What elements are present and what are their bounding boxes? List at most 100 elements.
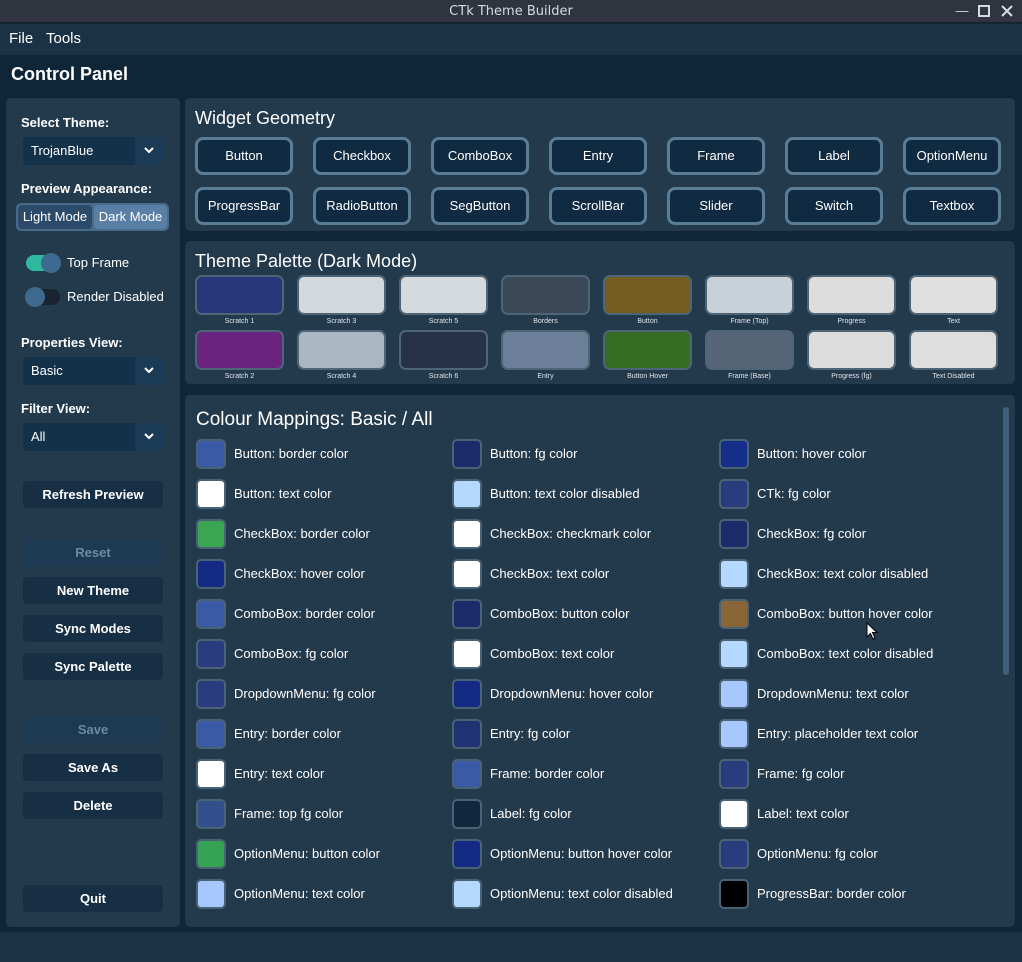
theme-select[interactable]: TrojanBlue <box>23 137 163 165</box>
geometry-button[interactable]: SegButton <box>431 187 529 225</box>
mapping-color-swatch[interactable] <box>452 559 482 589</box>
mapping-color-swatch[interactable] <box>196 879 226 909</box>
chevron-down-icon[interactable] <box>135 423 163 451</box>
mapping-color-swatch[interactable] <box>719 519 749 549</box>
palette-swatch[interactable]: Scratch 4 <box>297 330 387 385</box>
mapping-color-swatch[interactable] <box>452 479 482 509</box>
chevron-down-icon[interactable] <box>135 357 163 385</box>
filter-view-select[interactable]: All <box>23 423 163 451</box>
palette-swatch-color[interactable] <box>807 275 896 315</box>
palette-swatch-color[interactable] <box>603 275 692 315</box>
mapping-color-swatch[interactable] <box>452 599 482 629</box>
mapping-color-swatch[interactable] <box>196 599 226 629</box>
mapping-color-swatch[interactable] <box>719 759 749 789</box>
mapping-color-swatch[interactable] <box>196 559 226 589</box>
palette-swatch-color[interactable] <box>195 275 284 315</box>
palette-swatch[interactable]: Scratch 6 <box>399 330 489 385</box>
maximize-icon[interactable] <box>976 3 992 19</box>
palette-swatch[interactable]: Borders <box>501 275 591 330</box>
mapping-color-swatch[interactable] <box>452 719 482 749</box>
mapping-color-swatch[interactable] <box>196 519 226 549</box>
palette-swatch-color[interactable] <box>705 330 794 370</box>
palette-swatch[interactable]: Text Disabled <box>909 330 999 385</box>
geometry-button[interactable]: ProgressBar <box>195 187 293 225</box>
geometry-button[interactable]: Textbox <box>903 187 1001 225</box>
geometry-button[interactable]: Checkbox <box>313 137 411 175</box>
minimize-icon[interactable]: — <box>954 3 970 19</box>
render-disabled-switch[interactable] <box>25 287 60 307</box>
delete-button[interactable]: Delete <box>23 792 163 819</box>
geometry-button[interactable]: ComboBox <box>431 137 529 175</box>
geometry-button[interactable]: OptionMenu <box>903 137 1001 175</box>
mapping-color-swatch[interactable] <box>196 759 226 789</box>
palette-swatch[interactable]: Frame (Top) <box>705 275 795 330</box>
mapping-color-swatch[interactable] <box>196 799 226 829</box>
mapping-color-swatch[interactable] <box>719 679 749 709</box>
mapping-color-swatch[interactable] <box>452 759 482 789</box>
geometry-button[interactable]: Switch <box>785 187 883 225</box>
refresh-preview-button[interactable]: Refresh Preview <box>23 481 163 508</box>
mapping-color-swatch[interactable] <box>196 639 226 669</box>
mapping-color-swatch[interactable] <box>719 439 749 469</box>
palette-swatch[interactable]: Text <box>909 275 999 330</box>
palette-swatch[interactable]: Entry <box>501 330 591 385</box>
palette-swatch-color[interactable] <box>603 330 692 370</box>
palette-swatch-color[interactable] <box>501 275 590 315</box>
light-mode-button[interactable]: Light Mode <box>18 205 92 229</box>
mapping-color-swatch[interactable] <box>719 479 749 509</box>
mapping-color-swatch[interactable] <box>719 839 749 869</box>
quit-button[interactable]: Quit <box>23 885 163 912</box>
mapping-color-swatch[interactable] <box>719 599 749 629</box>
palette-swatch-color[interactable] <box>297 275 386 315</box>
palette-swatch[interactable]: Progress <box>807 275 897 330</box>
mapping-color-swatch[interactable] <box>452 879 482 909</box>
mappings-scrollbar[interactable] <box>1003 407 1009 675</box>
mapping-color-swatch[interactable] <box>452 439 482 469</box>
palette-swatch[interactable]: Scratch 1 <box>195 275 285 330</box>
mapping-color-swatch[interactable] <box>719 719 749 749</box>
mapping-color-swatch[interactable] <box>452 639 482 669</box>
palette-swatch-color[interactable] <box>297 330 386 370</box>
dark-mode-button[interactable]: Dark Mode <box>94 205 167 229</box>
palette-swatch[interactable]: Scratch 3 <box>297 275 387 330</box>
geometry-button[interactable]: Frame <box>667 137 765 175</box>
palette-swatch[interactable]: Scratch 5 <box>399 275 489 330</box>
save-button[interactable]: Save <box>23 716 163 743</box>
palette-swatch-color[interactable] <box>909 330 998 370</box>
geometry-button[interactable]: ScrollBar <box>549 187 647 225</box>
mapping-color-swatch[interactable] <box>196 839 226 869</box>
new-theme-button[interactable]: New Theme <box>23 577 163 604</box>
properties-view-select[interactable]: Basic <box>23 357 163 385</box>
mapping-color-swatch[interactable] <box>196 479 226 509</box>
chevron-down-icon[interactable] <box>135 137 163 165</box>
palette-swatch[interactable]: Frame (Base) <box>705 330 795 385</box>
palette-swatch-color[interactable] <box>195 330 284 370</box>
mapping-color-swatch[interactable] <box>719 879 749 909</box>
palette-swatch[interactable]: Button <box>603 275 693 330</box>
close-icon[interactable] <box>999 3 1015 19</box>
geometry-button[interactable]: Button <box>195 137 293 175</box>
palette-swatch-color[interactable] <box>909 275 998 315</box>
mapping-color-swatch[interactable] <box>196 439 226 469</box>
mapping-color-swatch[interactable] <box>719 559 749 589</box>
palette-swatch-color[interactable] <box>807 330 896 370</box>
geometry-button[interactable]: Slider <box>667 187 765 225</box>
geometry-button[interactable]: Label <box>785 137 883 175</box>
geometry-button[interactable]: RadioButton <box>313 187 411 225</box>
mapping-color-swatch[interactable] <box>452 679 482 709</box>
sync-palette-button[interactable]: Sync Palette <box>23 653 163 680</box>
menu-tools[interactable]: Tools <box>46 30 81 47</box>
palette-swatch[interactable]: Progress (fg) <box>807 330 897 385</box>
mapping-color-swatch[interactable] <box>196 679 226 709</box>
palette-swatch-color[interactable] <box>705 275 794 315</box>
mapping-color-swatch[interactable] <box>452 519 482 549</box>
palette-swatch-color[interactable] <box>501 330 590 370</box>
mapping-color-swatch[interactable] <box>452 799 482 829</box>
sync-modes-button[interactable]: Sync Modes <box>23 615 163 642</box>
mapping-color-swatch[interactable] <box>719 799 749 829</box>
top-frame-switch[interactable] <box>26 253 61 273</box>
save-as-button[interactable]: Save As <box>23 754 163 781</box>
geometry-button[interactable]: Entry <box>549 137 647 175</box>
mapping-color-swatch[interactable] <box>719 639 749 669</box>
mapping-color-swatch[interactable] <box>452 839 482 869</box>
